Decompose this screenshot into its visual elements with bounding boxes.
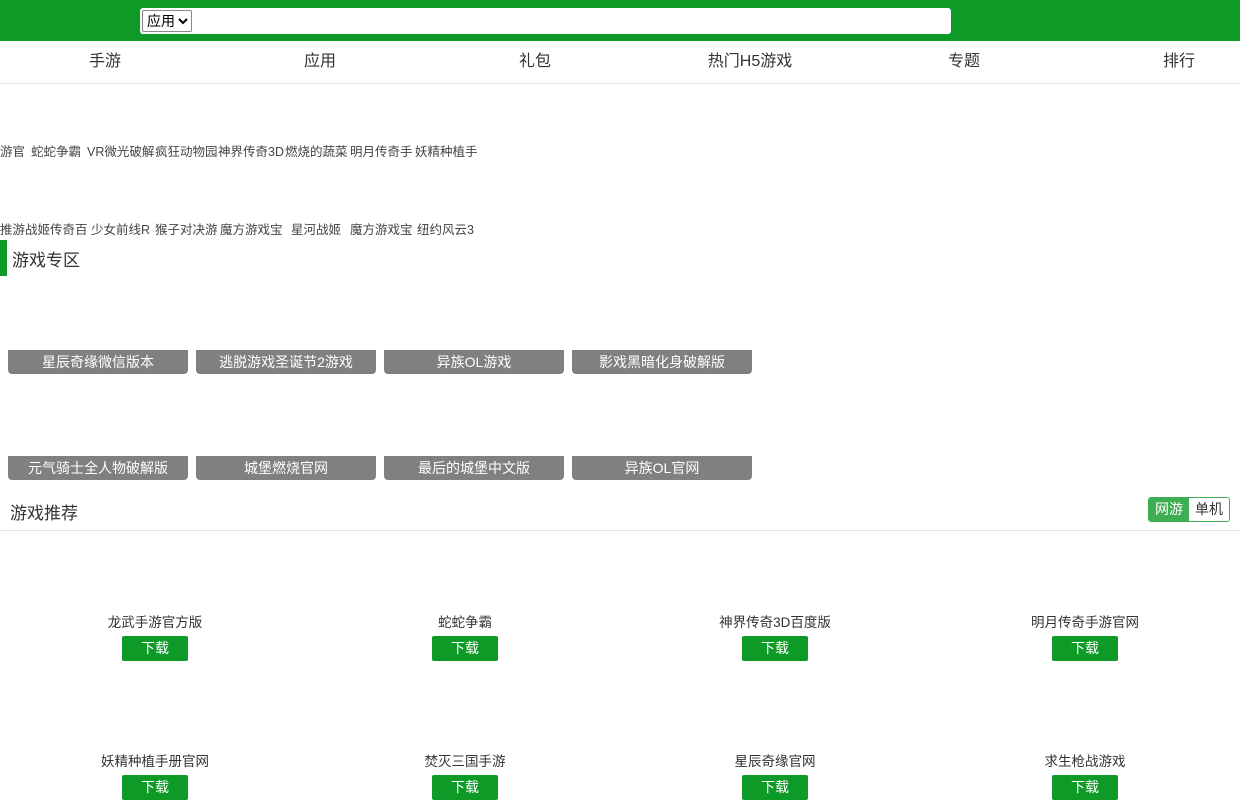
- tag-link[interactable]: 妖精种植手: [415, 141, 478, 157]
- tag-link[interactable]: 推游: [0, 219, 25, 235]
- tag-link[interactable]: 蛇蛇争霸: [31, 141, 81, 157]
- zone-tile[interactable]: 异族OL游戏: [384, 350, 564, 374]
- zone-tile[interactable]: 最后的城堡中文版: [384, 456, 564, 480]
- zone-tile[interactable]: 城堡燃烧官网: [196, 456, 376, 480]
- download-button[interactable]: 下载: [432, 775, 498, 800]
- toggle-single-player[interactable]: 单机: [1189, 498, 1229, 521]
- game-card: 妖精种植手册官网 下载: [5, 753, 305, 800]
- tag-link[interactable]: 少女前线R: [91, 219, 150, 235]
- toggle-online-games[interactable]: 网游: [1149, 498, 1189, 521]
- game-name[interactable]: 妖精种植手册官网: [5, 753, 305, 771]
- download-button[interactable]: 下载: [742, 775, 808, 800]
- nav-item-ranking[interactable]: 排行: [1119, 41, 1239, 83]
- top-bar: 应用: [0, 0, 1240, 41]
- tag-row-2: 推游 战姬传奇百 少女前线R 猴子对决游 魔方游戏宝 星河战姬 魔方游戏宝 纽约…: [0, 219, 520, 235]
- section-accent-bar: [0, 240, 7, 276]
- search-input[interactable]: [196, 10, 947, 32]
- download-button[interactable]: 下载: [1052, 775, 1118, 800]
- game-name[interactable]: 明月传奇手游官网: [935, 614, 1235, 632]
- search-category-select[interactable]: 应用: [142, 10, 192, 32]
- zone-tile[interactable]: 元气骑士全人物破解版: [8, 456, 188, 480]
- game-card: 焚灭三国手游 下载: [315, 753, 615, 800]
- game-name[interactable]: 求生枪战游戏: [935, 753, 1235, 771]
- search-box: 应用: [140, 8, 951, 34]
- tag-link[interactable]: 魔方游戏宝: [220, 219, 283, 235]
- main-nav: 手游 应用 礼包 热门H5游戏 专题 排行: [0, 41, 1240, 84]
- download-button[interactable]: 下载: [1052, 636, 1118, 661]
- zone-tile[interactable]: 星辰奇缘微信版本: [8, 350, 188, 374]
- zone-tile[interactable]: 异族OL官网: [572, 456, 752, 480]
- tag-link[interactable]: 明月传奇手: [350, 141, 413, 157]
- game-type-toggle: 网游 单机: [1148, 497, 1230, 522]
- game-name[interactable]: 焚灭三国手游: [315, 753, 615, 771]
- game-card: 明月传奇手游官网 下载: [935, 614, 1235, 661]
- tag-link[interactable]: 疯狂动物园: [155, 141, 218, 157]
- tag-link[interactable]: 星河战姬: [291, 219, 341, 235]
- recommend-header: 游戏推荐 网游 单机: [0, 490, 1240, 531]
- tag-link[interactable]: 魔方游戏宝: [350, 219, 413, 235]
- zone-section-title: 游戏专区: [12, 251, 80, 270]
- tag-link[interactable]: 纽约风云3: [417, 219, 474, 235]
- nav-item-mobile-games[interactable]: 手游: [45, 41, 165, 83]
- nav-item-topics[interactable]: 专题: [904, 41, 1024, 83]
- tag-link[interactable]: 游官: [0, 141, 25, 157]
- game-name[interactable]: 星辰奇缘官网: [625, 753, 925, 771]
- zone-tile[interactable]: 影戏黑暗化身破解版: [572, 350, 752, 374]
- download-button[interactable]: 下载: [742, 636, 808, 661]
- game-card: 蛇蛇争霸 下载: [315, 614, 615, 661]
- game-name[interactable]: 神界传奇3D百度版: [625, 614, 925, 632]
- game-name[interactable]: 蛇蛇争霸: [315, 614, 615, 632]
- nav-item-gifts[interactable]: 礼包: [475, 41, 595, 83]
- game-card: 星辰奇缘官网 下载: [625, 753, 925, 800]
- tag-row-1: 游官 蛇蛇争霸 VR微光破解 疯狂动物园 神界传奇3D 燃烧的蔬菜 明月传奇手 …: [0, 141, 520, 157]
- tag-link[interactable]: 战姬传奇百: [25, 219, 88, 235]
- nav-item-apps[interactable]: 应用: [260, 41, 380, 83]
- game-card: 神界传奇3D百度版 下载: [625, 614, 925, 661]
- recommend-section-title: 游戏推荐: [10, 504, 78, 523]
- download-button[interactable]: 下载: [122, 775, 188, 800]
- zone-tile[interactable]: 逃脱游戏圣诞节2游戏: [196, 350, 376, 374]
- game-card: 求生枪战游戏 下载: [935, 753, 1235, 800]
- game-name[interactable]: 龙武手游官方版: [5, 614, 305, 632]
- tag-link[interactable]: VR微光破解: [87, 141, 154, 157]
- tag-link[interactable]: 燃烧的蔬菜: [285, 141, 348, 157]
- tag-link[interactable]: 神界传奇3D: [218, 141, 284, 157]
- tag-link[interactable]: 猴子对决游: [155, 219, 218, 235]
- download-button[interactable]: 下载: [122, 636, 188, 661]
- nav-item-h5-games[interactable]: 热门H5游戏: [690, 41, 810, 83]
- download-button[interactable]: 下载: [432, 636, 498, 661]
- game-card: 龙武手游官方版 下载: [5, 614, 305, 661]
